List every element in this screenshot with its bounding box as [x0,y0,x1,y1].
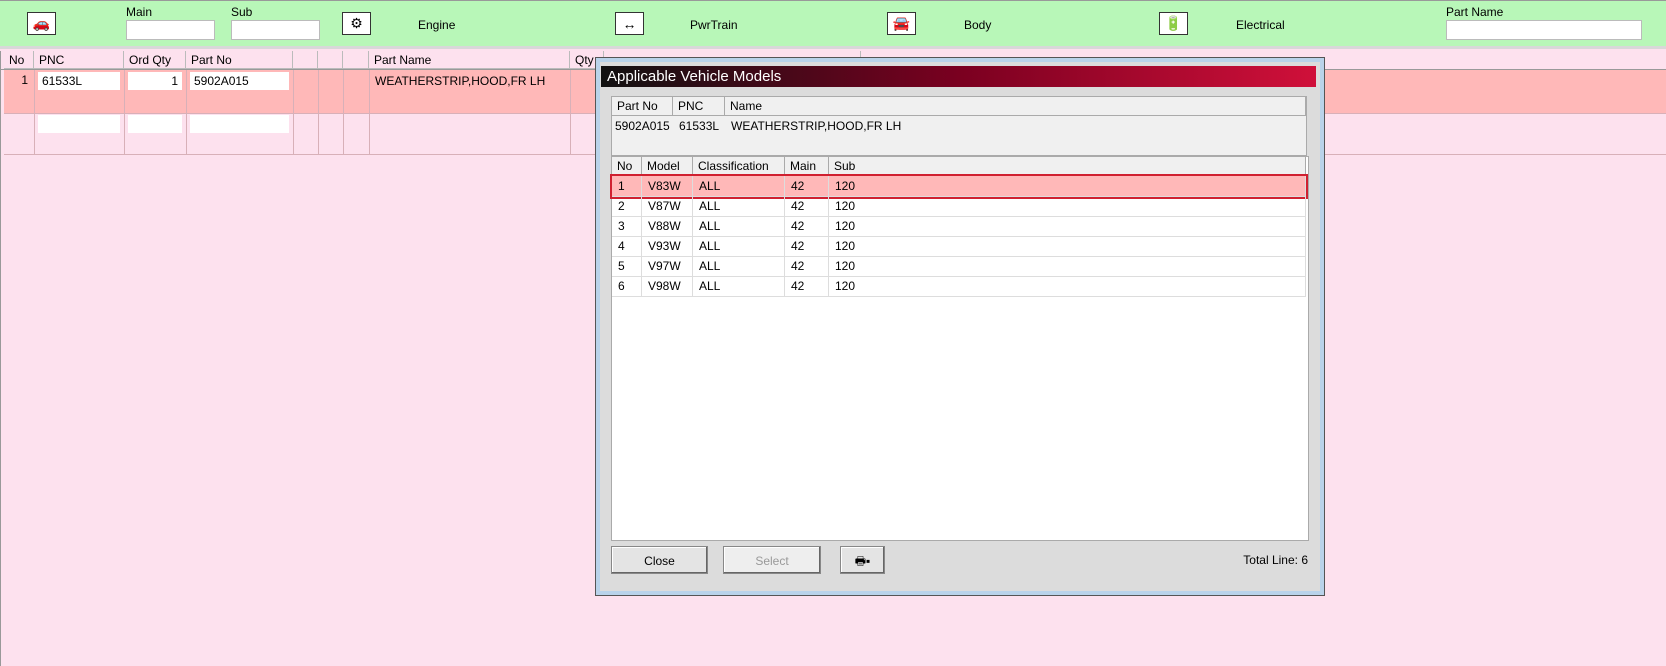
col-blank-2 [318,51,343,69]
dialog-title[interactable]: Applicable Vehicle Models [601,66,1316,87]
model-row[interactable]: 2 V87W ALL 42 120 [612,196,1306,217]
cell-classification: ALL [693,236,785,256]
pnc-input[interactable]: 61533L [38,72,120,90]
cell-main: 42 [785,176,829,196]
cell-no: 3 [612,216,642,236]
cell-sub: 120 [829,196,1306,216]
part-name-label: Part Name [1446,5,1504,19]
cell-sub: 120 [829,276,1306,296]
part-name-value: WEATHERSTRIP,HOOD,FR LH [375,74,546,88]
part-no-input-empty[interactable] [190,115,289,133]
cell-model: V93W [642,236,693,256]
cell-model: V97W [642,256,693,276]
part-name-input[interactable] [1446,20,1642,40]
sub-label: Sub [231,5,253,19]
model-row[interactable]: 6 V98W ALL 42 120 [612,276,1306,297]
powertrain-icon[interactable]: ↔ [615,12,644,35]
electrical-label[interactable]: Electrical [1236,18,1285,32]
cell-no: 5 [612,256,642,276]
cell-model: V87W [642,196,693,216]
body-icon[interactable]: 🚘 [887,12,916,35]
cell-main: 42 [785,276,829,296]
cell-sub: 120 [829,176,1306,196]
cell-classification: ALL [693,256,785,276]
info-name: WEATHERSTRIP,HOOD,FR LH [731,119,902,133]
list-col-sub: Sub [829,157,1306,176]
cell-classification: ALL [693,216,785,236]
cell-no: 1 [612,176,642,196]
cell-model: V98W [642,276,693,296]
list-col-main: Main [785,157,829,176]
sub-input[interactable] [231,20,320,40]
cell-sub: 120 [829,256,1306,276]
col-ord-qty: Ord Qty [124,51,186,69]
print-button[interactable]: 🖶▪ [840,546,885,574]
cell-no: 6 [612,276,642,296]
col-part-no: Part No [186,51,293,69]
ord-qty-input-empty[interactable] [128,115,182,133]
list-col-classification: Classification [693,157,785,176]
cell-classification: ALL [693,196,785,216]
cell-model: V88W [642,216,693,236]
body-label[interactable]: Body [964,18,991,32]
cell-no: 4 [612,236,642,256]
close-button[interactable]: Close [611,546,708,574]
list-col-no: No [612,157,642,176]
model-row[interactable]: 1 V83W ALL 42 120 [610,174,1308,199]
model-row[interactable]: 4 V93W ALL 42 120 [612,236,1306,257]
col-blank-1 [293,51,318,69]
col-no: No [4,51,34,69]
cell-classification: ALL [693,276,785,296]
cell-no: 2 [612,196,642,216]
engine-icon[interactable]: ⚙ [342,12,371,35]
cell-main: 42 [785,256,829,276]
cell-sub: 120 [829,216,1306,236]
main-input[interactable] [126,20,215,40]
model-row[interactable]: 3 V88W ALL 42 120 [612,216,1306,237]
cell-sub: 120 [829,236,1306,256]
engine-label[interactable]: Engine [418,18,455,32]
pnc-input-empty[interactable] [38,115,120,133]
info-col-pnc: PNC [673,97,725,116]
applicable-vehicle-models-dialog: Applicable Vehicle Models Part No PNC Na… [595,57,1325,596]
vehicle-car-icon[interactable]: 🚗 [27,12,56,35]
battery-icon[interactable]: 🔋 [1159,12,1188,35]
row-no: 1 [21,73,28,87]
part-info-panel: Part No PNC Name 5902A015 61533L WEATHER… [611,96,1307,156]
cell-main: 42 [785,196,829,216]
cell-model: V83W [642,176,693,196]
info-col-part-no: Part No [612,97,673,116]
pwrtrain-label[interactable]: PwrTrain [690,18,738,32]
info-part-no: 5902A015 [615,119,670,133]
info-pnc: 61533L [679,119,720,133]
list-col-model: Model [642,157,693,176]
part-no-input[interactable]: 5902A015 [190,72,289,90]
col-part-name: Part Name [369,51,570,69]
cell-main: 42 [785,216,829,236]
select-button[interactable]: Select [723,546,821,574]
cell-classification: ALL [693,176,785,196]
printer-icon: 🖶▪ [854,554,871,568]
main-label: Main [126,5,153,19]
info-col-name: Name [725,97,1306,116]
ord-qty-input[interactable]: 1 [128,72,182,90]
top-toolbar: 🚗 Main Sub ⚙ Engine ↔ PwrTrain 🚘 Body 🔋 … [0,0,1666,49]
cell-main: 42 [785,236,829,256]
model-row[interactable]: 5 V97W ALL 42 120 [612,256,1306,277]
models-list: No Model Classification Main Sub 1 V83W AL… [610,156,1309,541]
col-pnc: PNC [34,51,124,69]
col-blank-3 [343,51,369,69]
total-line: Total Line: 6 [1243,553,1308,567]
